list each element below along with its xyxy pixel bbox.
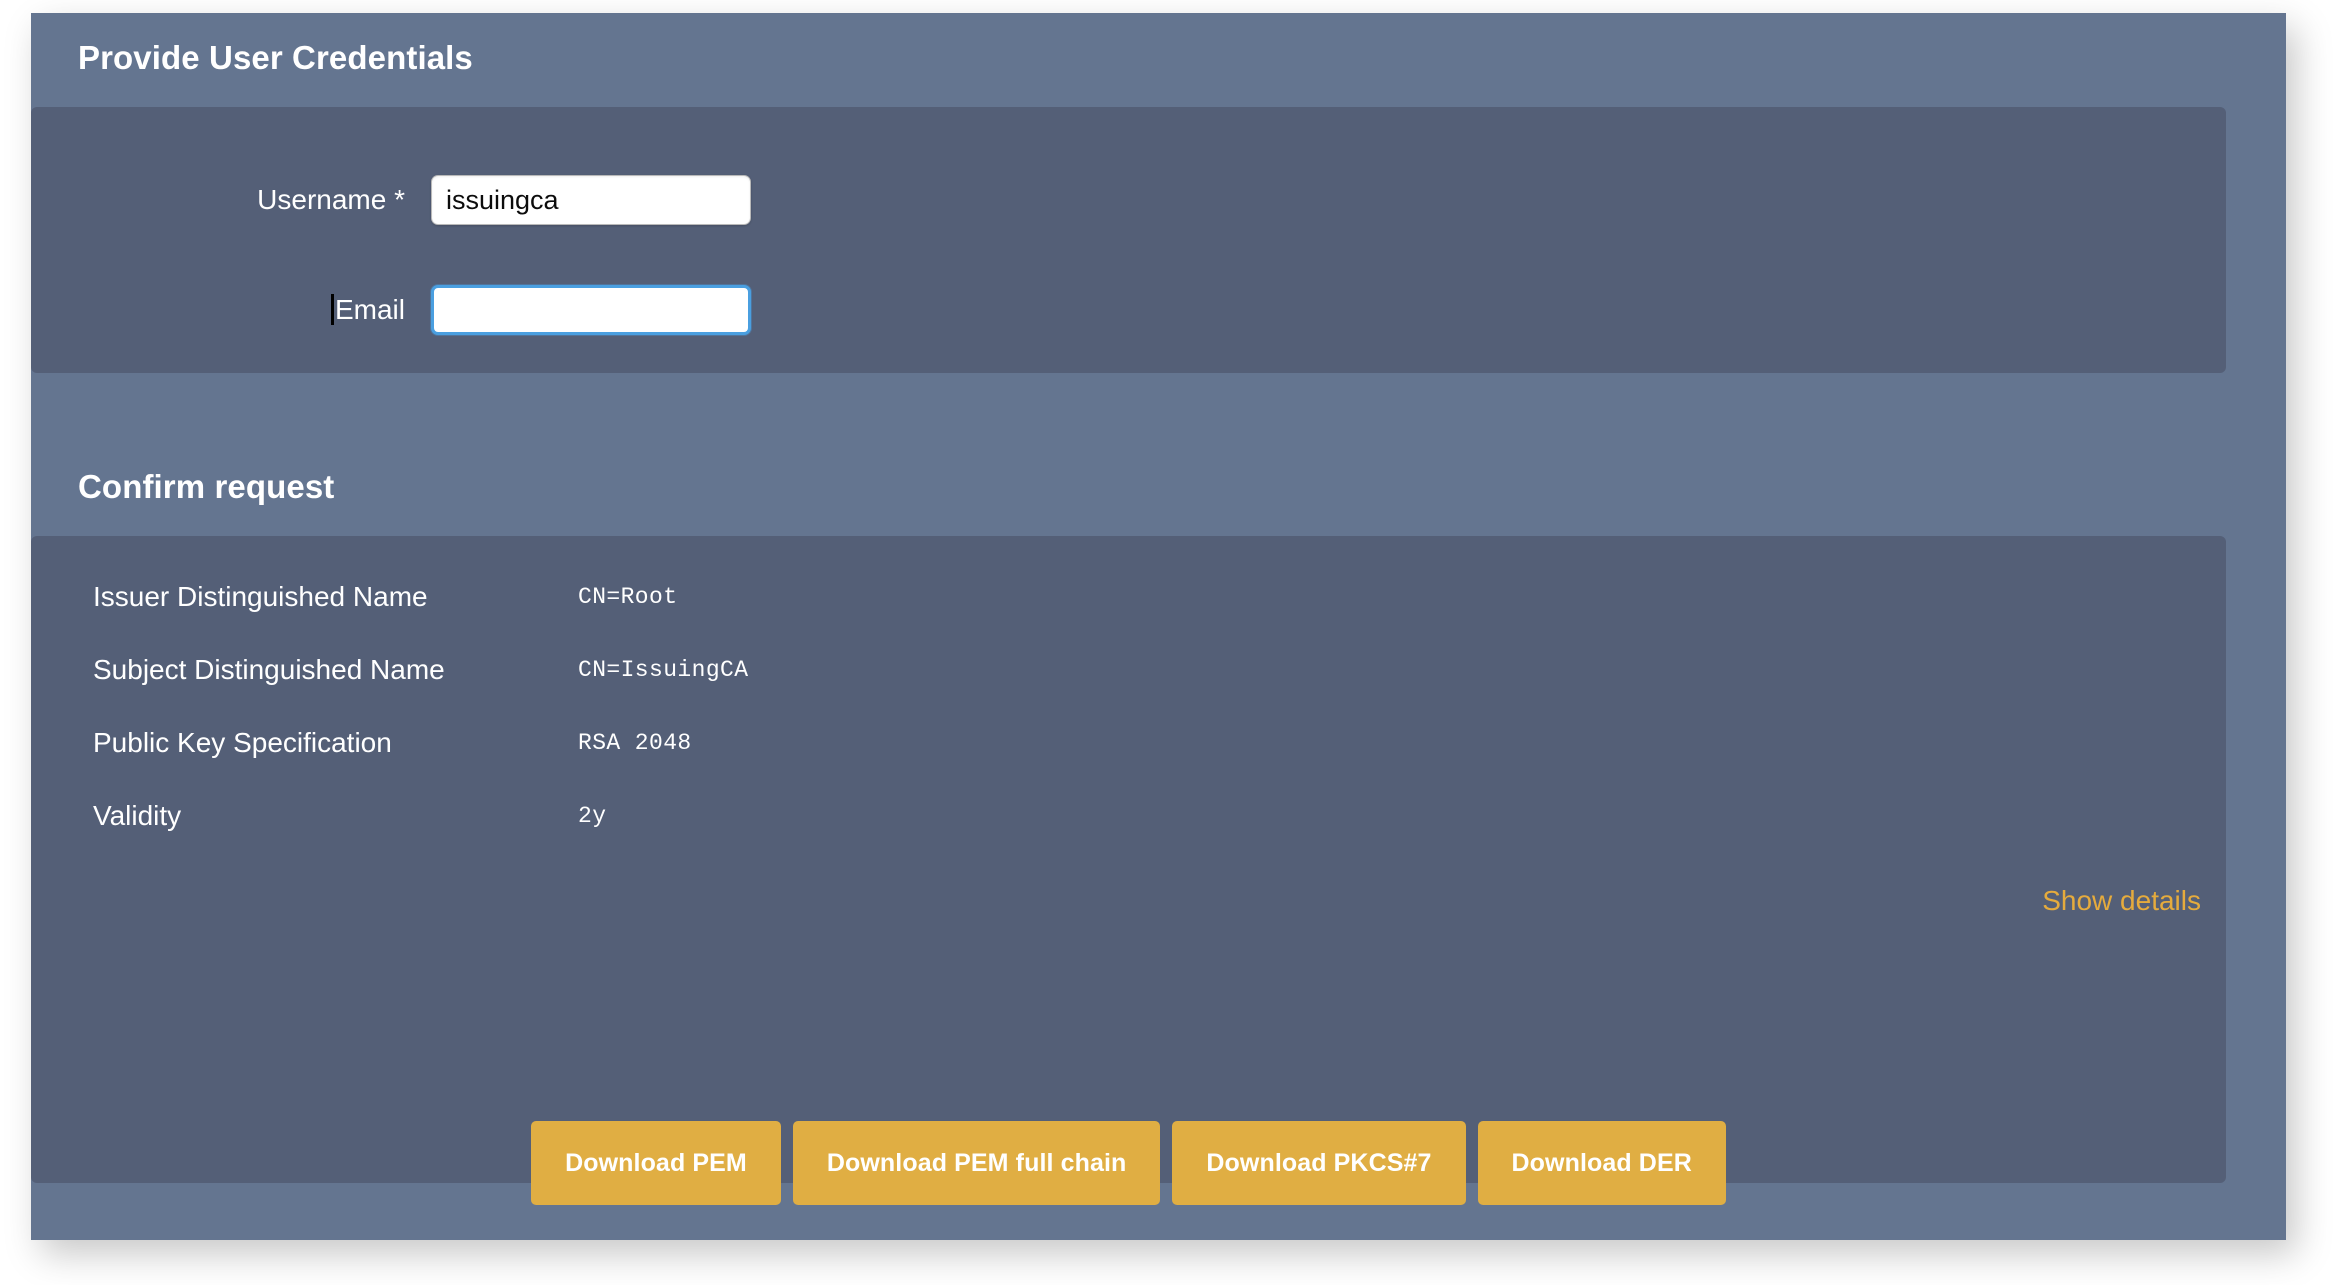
detail-value: RSA 2048 (578, 723, 692, 763)
email-row: Email (31, 282, 751, 338)
detail-label: Validity (93, 796, 181, 836)
detail-value: CN=IssuingCA (578, 650, 748, 690)
download-pkcs7-button[interactable]: Download PKCS#7 (1172, 1121, 1465, 1205)
download-der-button[interactable]: Download DER (1478, 1121, 1726, 1205)
text-cursor (331, 294, 334, 325)
detail-row: Validity 2y (31, 796, 2226, 836)
username-input[interactable] (431, 175, 751, 225)
detail-label: Issuer Distinguished Name (93, 577, 428, 617)
download-buttons-row: Download PEM Download PEM full chain Dow… (31, 1121, 2226, 1205)
detail-label: Public Key Specification (93, 723, 392, 763)
detail-row: Issuer Distinguished Name CN=Root (31, 577, 2226, 617)
username-label: Username * (31, 172, 431, 228)
detail-value: CN=Root (578, 577, 677, 617)
detail-row: Subject Distinguished Name CN=IssuingCA (31, 650, 2226, 690)
detail-value: 2y (578, 796, 606, 836)
username-row: Username * (31, 172, 751, 228)
credentials-section-title: Provide User Credentials (78, 39, 473, 77)
download-pem-full-chain-button[interactable]: Download PEM full chain (793, 1121, 1161, 1205)
show-details-link[interactable]: Show details (2042, 885, 2201, 917)
download-pem-button[interactable]: Download PEM (531, 1121, 781, 1205)
detail-label: Subject Distinguished Name (93, 650, 445, 690)
credentials-panel: Username * Email (31, 107, 2226, 373)
confirm-panel: Issuer Distinguished Name CN=Root Subjec… (31, 536, 2226, 1183)
certificate-request-window: Provide User Credentials Username * Emai… (31, 13, 2286, 1240)
email-input[interactable] (431, 285, 751, 335)
email-label: Email (31, 282, 431, 338)
detail-row: Public Key Specification RSA 2048 (31, 723, 2226, 763)
confirm-section-title: Confirm request (78, 468, 334, 506)
